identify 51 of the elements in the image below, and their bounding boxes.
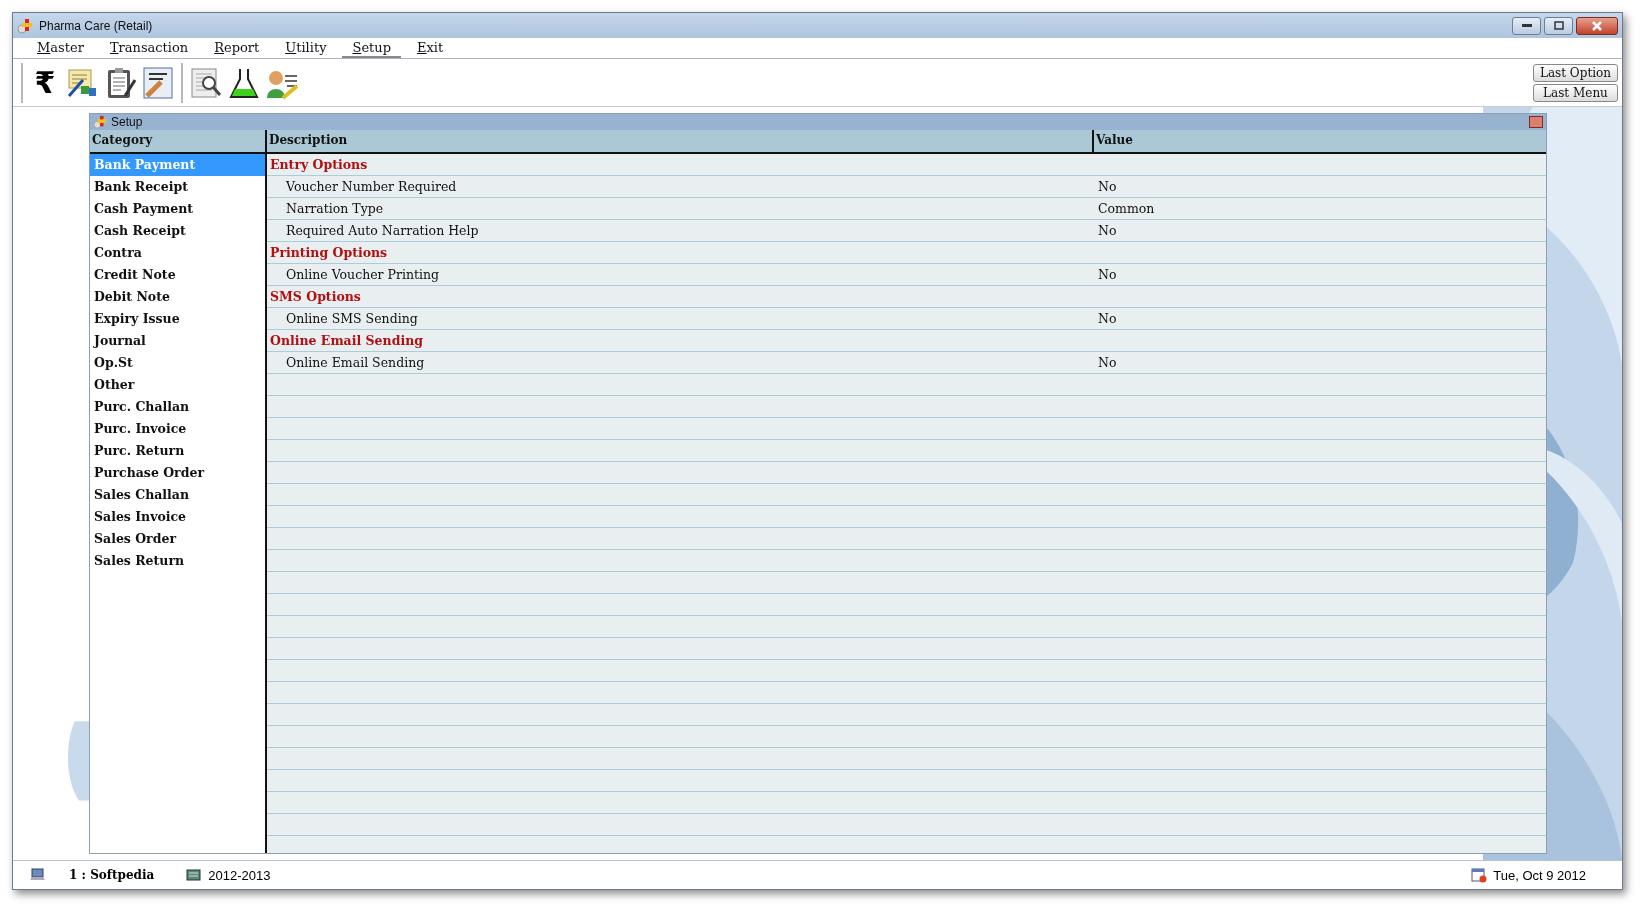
- option-label: Narration Type: [285, 200, 385, 218]
- category-item[interactable]: Sales Return: [90, 550, 265, 572]
- category-item[interactable]: Contra: [90, 242, 265, 264]
- option-label: Online Email Sending: [285, 354, 426, 372]
- option-value[interactable]: No: [1094, 176, 1546, 197]
- currency-button[interactable]: ₹: [29, 65, 61, 100]
- side-menu-button[interactable]: Last Option: [1532, 63, 1618, 82]
- category-item[interactable]: Expiry Issue: [90, 308, 265, 330]
- option-label: Online SMS Sending: [285, 310, 419, 328]
- section-heading: Entry Options: [269, 156, 369, 174]
- category-item[interactable]: Purc. Return: [90, 440, 265, 462]
- section-heading: Printing Options: [269, 244, 389, 262]
- option-label: Voucher Number Required: [285, 178, 458, 196]
- column-header: Category: [91, 132, 154, 149]
- menu-item[interactable]: Report: [204, 40, 270, 58]
- category-item[interactable]: Sales Order: [90, 528, 265, 550]
- menu-item[interactable]: Setup: [342, 40, 401, 58]
- category-item[interactable]: Purchase Order: [90, 462, 265, 484]
- option-value[interactable]: Common: [1094, 198, 1546, 219]
- column-header: Description: [265, 130, 1092, 152]
- category-item[interactable]: Cash Receipt: [90, 220, 265, 242]
- menu-item[interactable]: Exit: [407, 40, 454, 58]
- category-item[interactable]: Debit Note: [90, 286, 265, 308]
- status-user: 1 : Softpedia: [69, 868, 155, 882]
- category-item[interactable]: Credit Note: [90, 264, 265, 286]
- category-item[interactable]: Journal: [90, 330, 265, 352]
- panel-title: Setup: [111, 115, 143, 129]
- category-item[interactable]: Op.St: [90, 352, 265, 374]
- section-heading: SMS Options: [269, 288, 362, 306]
- option-value[interactable]: No: [1094, 220, 1546, 241]
- category-item[interactable]: Sales Invoice: [90, 506, 265, 528]
- option-value[interactable]: No: [1094, 308, 1546, 329]
- side-menu-button[interactable]: Last Menu: [1532, 83, 1618, 102]
- column-header: Value: [1092, 130, 1546, 152]
- menu-item[interactable]: Utility: [275, 40, 337, 58]
- category-item[interactable]: Bank Receipt: [90, 176, 265, 198]
- category-item[interactable]: Other: [90, 374, 265, 396]
- status-date: Tue, Oct 9 2012: [1493, 867, 1586, 883]
- status-year: 2012-2013: [208, 867, 271, 883]
- option-label: Required Auto Narration Help: [285, 222, 480, 240]
- option-label: Online Voucher Printing: [285, 266, 441, 284]
- menu-item[interactable]: Master: [27, 40, 94, 58]
- window-title: Pharma Care (Retail): [39, 18, 153, 33]
- category-item[interactable]: Purc. Challan: [90, 396, 265, 418]
- category-item[interactable]: Cash Payment: [90, 198, 265, 220]
- category-item[interactable]: Purc. Invoice: [90, 418, 265, 440]
- option-value[interactable]: No: [1094, 352, 1546, 373]
- menu-item[interactable]: Transaction: [99, 40, 199, 58]
- option-value[interactable]: No: [1094, 264, 1546, 285]
- category-item[interactable]: Sales Challan: [90, 484, 265, 506]
- section-heading: Online Email Sending: [269, 332, 424, 350]
